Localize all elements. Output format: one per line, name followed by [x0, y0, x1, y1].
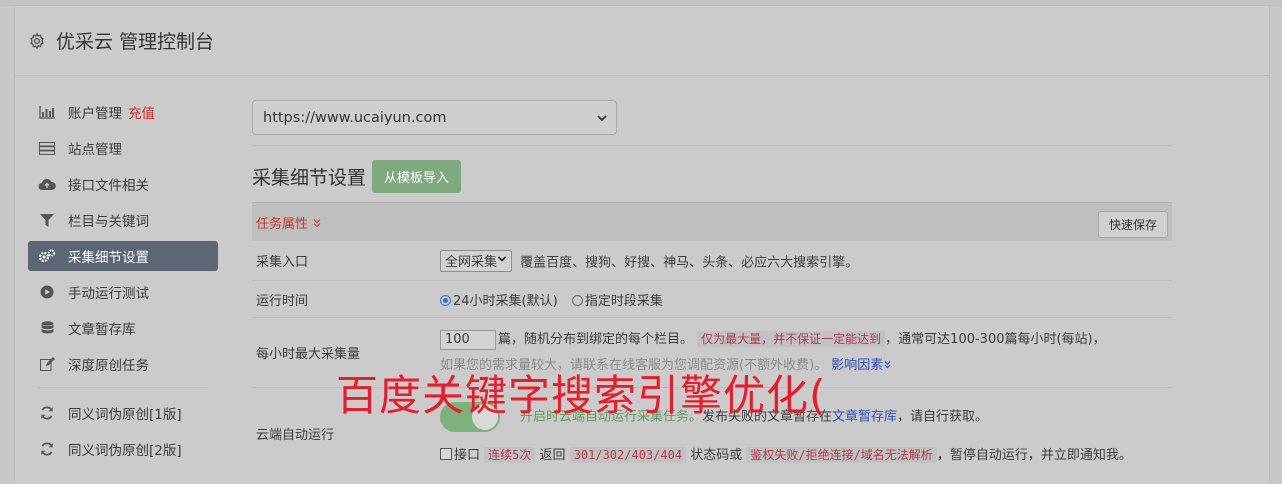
bar-chart-icon: [38, 105, 56, 119]
consecutive-code: 连续5次: [484, 447, 536, 463]
double-chevron-down-icon: [312, 217, 322, 232]
max-text-1: 篇，随机分布到绑定的每个栏目。: [498, 332, 694, 347]
sidebar-nav: 账户管理 充值 站点管理 接口文件相关 栏目与关键词 采集细节设置 手动运行测试: [28, 97, 218, 470]
notify-checkbox[interactable]: [440, 448, 452, 460]
sidebar-item-article-store[interactable]: 文章暂存库: [28, 313, 218, 343]
chevron-down-icon: [497, 253, 507, 268]
sidebar-divider: [38, 387, 208, 388]
play-circle-icon: [38, 285, 56, 299]
chevron-down-icon: [596, 112, 608, 128]
gear-icon: [28, 32, 46, 50]
divider: [252, 145, 1172, 146]
influence-factors-link[interactable]: 影响因素: [831, 358, 892, 373]
influence-factors-label: 影响因素: [831, 358, 884, 373]
radio-scheduled[interactable]: [571, 294, 583, 306]
entry-value: 全网采集 覆盖百度、搜狗、好搜、神马、头条、必应六大搜索引擎。: [440, 241, 1172, 280]
sidebar-item-manual-test[interactable]: 手动运行测试: [28, 277, 218, 307]
edit-icon: [38, 357, 56, 371]
sidebar-item-account[interactable]: 账户管理 充值: [28, 97, 218, 127]
quick-save-button[interactable]: 快速保存: [1097, 211, 1168, 238]
sidebar-item-label: 栏目与关键词: [68, 214, 149, 230]
site-select[interactable]: https://www.ucaiyun.com: [252, 100, 617, 135]
page-title: 优采云 管理控制台: [56, 31, 215, 53]
section-title: 采集细节设置: [252, 166, 367, 189]
max-text-2: ，通常可达100-300篇每小时(每站)，: [885, 332, 1106, 347]
row-entry: 采集入口 全网采集 覆盖百度、搜狗、好搜、神马、头条、必应六大搜索引擎。: [252, 241, 1172, 281]
watermark-overlay-text: 百度关键字搜索引擎优化(: [336, 371, 827, 420]
sidebar-item-label: 站点管理: [68, 142, 122, 158]
cloud-text-5: ，暂停自动运行，并立即通知我。: [936, 448, 1132, 463]
run-time-label: 运行时间: [256, 293, 309, 309]
database-icon: [38, 320, 56, 335]
sidebar-item-api-files[interactable]: 接口文件相关: [28, 169, 218, 199]
sidebar-item-label: 接口文件相关: [68, 178, 149, 194]
status-codes: 301/302/403/404: [569, 447, 687, 463]
run-time-value: 24小时采集(默认) 指定时段采集: [440, 281, 1172, 317]
refresh-icon: [38, 406, 56, 420]
sidebar-item-columns-keywords[interactable]: 栏目与关键词: [28, 205, 218, 235]
cloud-text-2: ，请自行获取。: [897, 409, 989, 425]
entry-desc: 覆盖百度、搜狗、好搜、神马、头条、必应六大搜索引擎。: [520, 255, 859, 270]
task-attr-toggle[interactable]: 任务属性: [256, 213, 322, 232]
row-run-time: 运行时间 24小时采集(默认) 指定时段采集: [252, 281, 1172, 318]
radio-scheduled-label: 指定时段采集: [584, 293, 663, 309]
filter-icon: [38, 213, 56, 227]
sidebar-item-label: 同义词伪原创[2版]: [68, 443, 182, 459]
notify-checkbox-label: 接口: [454, 448, 481, 463]
task-attr-bar: 任务属性 快速保存: [252, 202, 1172, 241]
cloud-text-3: 返回: [539, 448, 566, 463]
sidebar-item-label: 采集细节设置: [68, 250, 149, 266]
refresh-icon: [38, 442, 56, 456]
sidebar-item-label: 深度原创任务: [68, 358, 149, 374]
cloud-text-4: 状态码或: [690, 448, 743, 463]
sidebar-item-sites[interactable]: 站点管理: [28, 133, 218, 163]
sidebar-item-synonym-v2[interactable]: 同义词伪原创[2版]: [28, 434, 218, 464]
vertical-scrollbar[interactable]: [1271, 6, 1279, 476]
section-header: 采集细节设置 从模板导入: [252, 159, 1172, 193]
max-warning-code: 仅为最大量，并不保证一定能达到: [697, 331, 886, 347]
cloud-upload-icon: [38, 177, 56, 191]
task-attr-label: 任务属性: [256, 216, 309, 232]
server-icon: [38, 141, 56, 155]
recharge-link[interactable]: 充值: [128, 102, 155, 122]
auth-failure-code: 鉴权失败/拒绝连接/域名无法解析: [746, 447, 937, 463]
sidebar-item-label: 同义词伪原创[1版]: [68, 407, 182, 423]
sidebar-item-label: 文章暂存库: [68, 322, 136, 338]
gears-icon: [38, 249, 56, 263]
import-template-button[interactable]: 从模板导入: [372, 159, 462, 193]
sidebar-item-collect-settings[interactable]: 采集细节设置: [28, 241, 218, 271]
entry-label: 采集入口: [256, 255, 309, 270]
entry-select[interactable]: 全网采集: [440, 249, 513, 272]
radio-24h[interactable]: [440, 294, 451, 306]
double-chevron-down-icon: [884, 360, 891, 369]
page-header: 优采云 管理控制台: [14, 6, 1270, 76]
sidebar-item-synonym-v1[interactable]: 同义词伪原创[1版]: [28, 398, 218, 428]
entry-select-value: 全网采集: [445, 255, 498, 270]
article-store-link[interactable]: 文章暂存库: [832, 410, 897, 425]
sidebar-item-label: 账户管理: [68, 106, 122, 122]
sidebar-item-deep-original[interactable]: 深度原创任务: [28, 349, 218, 379]
site-select-value: https://www.ucaiyun.com: [263, 109, 447, 126]
radio-24h-label: 24小时采集(默认): [453, 293, 558, 309]
max-per-hour-input[interactable]: 100: [440, 329, 496, 350]
sidebar-item-label: 手动运行测试: [68, 286, 149, 302]
